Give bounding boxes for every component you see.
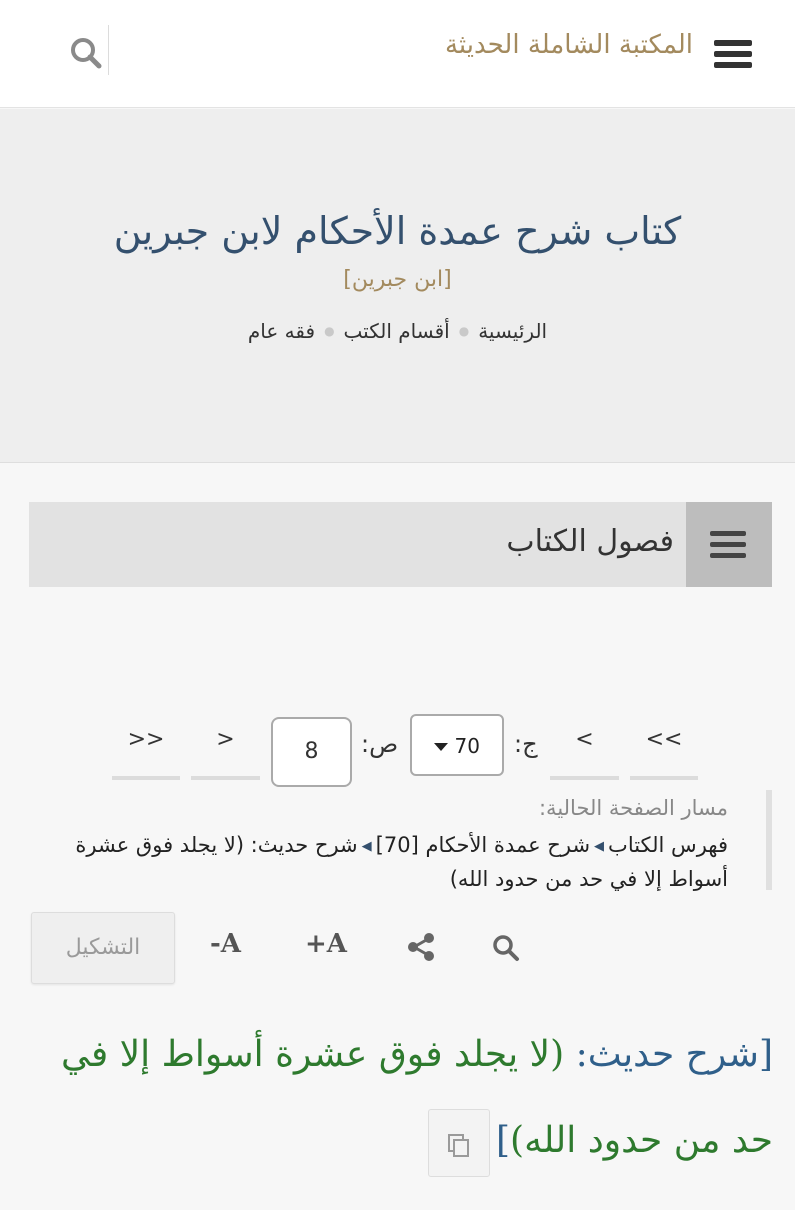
path-trail: فهرس الكتاب◀شرح عمدة الأحكام [70]◀شرح حد… <box>48 830 728 894</box>
breadcrumb-home[interactable]: الرئيسية <box>478 319 547 343</box>
path-title: مسار الصفحة الحالية: <box>538 796 728 820</box>
site-title[interactable]: المكتبة الشاملة الحديثة <box>445 30 693 60</box>
volume-select[interactable]: 70 <box>410 714 504 776</box>
breadcrumb-categories[interactable]: أقسام الكتب <box>344 319 450 343</box>
caret-left-icon: ◀ <box>361 839 372 854</box>
next-page-button[interactable]: > <box>191 705 260 780</box>
page-label: ص: <box>361 730 399 758</box>
previous-page-button[interactable]: < <box>550 705 619 780</box>
share-icon[interactable] <box>405 931 437 967</box>
author-link[interactable]: [ابن جبرين] <box>0 267 795 292</box>
current-path: مسار الصفحة الحالية: فهرس الكتاب◀شرح عمد… <box>60 790 772 891</box>
font-increase-button[interactable]: +A <box>305 929 347 959</box>
book-header: كتاب شرح عمدة الأحكام لابن جبرين [ابن جب… <box>0 109 795 463</box>
first-page-button[interactable]: << <box>630 705 698 780</box>
breadcrumb-general-fiqh[interactable]: فقه عام <box>248 319 315 343</box>
path-item-book[interactable]: شرح عمدة الأحكام [70] <box>376 833 590 857</box>
volume-value: 70 <box>454 734 480 758</box>
book-title: كتاب شرح عمدة الأحكام لابن جبرين <box>113 209 682 253</box>
page-content: [شرح حديث: (لا يجلد فوق عشرة أسواط إلا ف… <box>28 1012 773 1184</box>
font-decrease-button[interactable]: -A <box>210 929 241 959</box>
last-page-button[interactable]: >> <box>112 705 180 780</box>
breadcrumb-separator: ● <box>458 324 470 338</box>
chapters-bar[interactable]: فصول الكتاب <box>29 502 772 587</box>
top-navbar: المكتبة الشاملة الحديثة <box>0 0 795 108</box>
list-icon[interactable] <box>686 502 772 587</box>
volume-label: ج: <box>514 730 538 758</box>
nav-divider <box>108 25 109 75</box>
caret-left-icon: ◀ <box>594 839 605 854</box>
copy-icon[interactable] <box>427 1109 490 1177</box>
search-icon[interactable] <box>66 33 106 73</box>
chapters-label: فصول الكتاب <box>506 524 674 559</box>
section-heading-close: ] <box>495 1120 511 1161</box>
page-input[interactable]: 8 <box>271 717 352 787</box>
tashkeel-toggle-button[interactable]: التشكيل <box>31 912 175 984</box>
breadcrumb: الرئيسية ● أقسام الكتب ● فقه عام <box>0 319 795 343</box>
section-heading-lead: [شرح حديث: <box>564 1034 773 1075</box>
chevron-down-icon <box>434 743 448 751</box>
hamburger-menu-icon[interactable] <box>714 40 752 72</box>
search-icon[interactable] <box>490 932 522 968</box>
path-item-index[interactable]: فهرس الكتاب <box>608 833 728 857</box>
breadcrumb-separator: ● <box>324 324 335 338</box>
